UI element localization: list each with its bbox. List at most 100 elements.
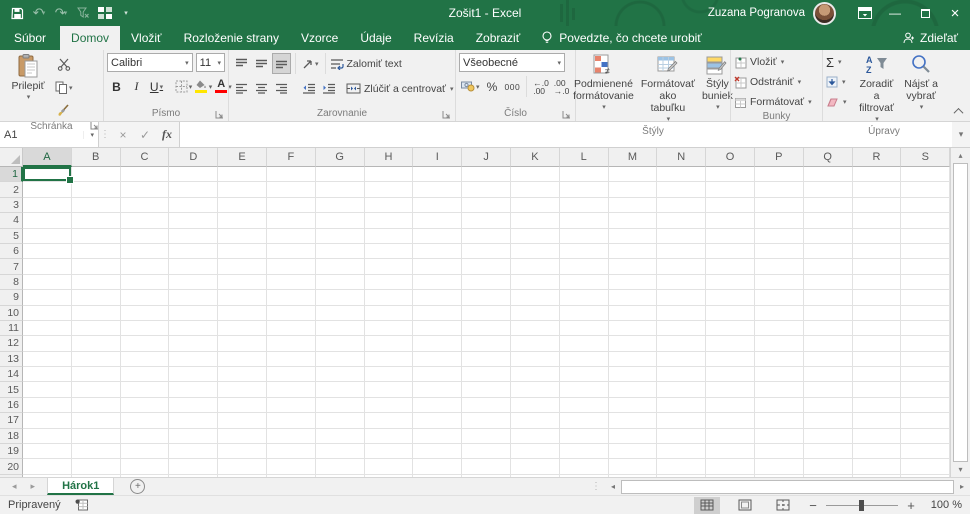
column-header-Q[interactable]: Q xyxy=(803,148,853,167)
cell-H19[interactable] xyxy=(364,444,414,460)
cell-M19[interactable] xyxy=(608,444,658,460)
cell-N20[interactable] xyxy=(657,459,707,475)
cell-O16[interactable] xyxy=(706,397,755,414)
cell-H6[interactable] xyxy=(364,243,414,260)
cell-K6[interactable] xyxy=(510,243,560,260)
cell-E21[interactable] xyxy=(218,474,267,477)
cell-P6[interactable] xyxy=(754,243,804,260)
expand-formula-bar-button[interactable]: ▾ xyxy=(952,122,970,147)
clear-filter-button[interactable] xyxy=(74,3,92,23)
align-bottom-button[interactable] xyxy=(272,53,291,74)
cell-M20[interactable] xyxy=(608,459,658,475)
cell-I17[interactable] xyxy=(413,413,463,429)
cell-Q20[interactable] xyxy=(803,459,853,475)
cell-H18[interactable] xyxy=(364,428,414,445)
copy-button[interactable]: ▾ xyxy=(53,77,75,98)
cell-A20[interactable] xyxy=(23,459,72,475)
cell-P1[interactable] xyxy=(754,167,804,183)
cell-K8[interactable] xyxy=(510,274,560,291)
cell-G13[interactable] xyxy=(315,351,365,368)
page-break-view-button[interactable] xyxy=(770,497,796,514)
column-header-K[interactable]: K xyxy=(510,148,560,167)
cell-S2[interactable] xyxy=(901,182,950,198)
cell-O10[interactable] xyxy=(706,305,755,321)
cell-B1[interactable] xyxy=(71,167,121,183)
cell-B15[interactable] xyxy=(71,382,121,398)
format-cells-caret[interactable]: ▾ xyxy=(808,98,812,106)
row-header-12[interactable]: 12 xyxy=(0,336,23,352)
cell-S18[interactable] xyxy=(901,428,950,445)
cell-R20[interactable] xyxy=(852,459,902,475)
column-header-P[interactable]: P xyxy=(754,148,804,167)
cell-D9[interactable] xyxy=(169,290,219,306)
cell-B13[interactable] xyxy=(71,351,121,368)
cell-B21[interactable] xyxy=(71,474,121,477)
increase-indent-button[interactable] xyxy=(319,78,338,99)
cell-F21[interactable] xyxy=(266,474,316,477)
cell-Q9[interactable] xyxy=(803,290,853,306)
row-header-16[interactable]: 16 xyxy=(0,397,23,414)
cell-J2[interactable] xyxy=(462,182,511,198)
cell-J21[interactable] xyxy=(462,474,511,477)
cell-Q10[interactable] xyxy=(803,305,853,321)
collapse-ribbon-button[interactable] xyxy=(953,107,964,118)
cell-N6[interactable] xyxy=(657,243,707,260)
cell-S4[interactable] xyxy=(901,213,950,229)
cell-F4[interactable] xyxy=(266,213,316,229)
row-header-13[interactable]: 13 xyxy=(0,351,23,368)
cell-A10[interactable] xyxy=(23,305,72,321)
cell-I5[interactable] xyxy=(413,228,463,244)
orientation-button[interactable]: ▾ xyxy=(300,53,321,74)
cell-M12[interactable] xyxy=(608,336,658,352)
cell-A18[interactable] xyxy=(23,428,72,445)
bold-button[interactable]: B xyxy=(107,76,126,97)
cell-H12[interactable] xyxy=(364,336,414,352)
cell-S13[interactable] xyxy=(901,351,950,368)
cell-B5[interactable] xyxy=(71,228,121,244)
column-header-H[interactable]: H xyxy=(364,148,414,167)
cell-F13[interactable] xyxy=(266,351,316,368)
cell-K1[interactable] xyxy=(510,167,560,183)
cell-S12[interactable] xyxy=(901,336,950,352)
cell-G8[interactable] xyxy=(315,274,365,291)
cell-S1[interactable] xyxy=(901,167,950,183)
cell-M9[interactable] xyxy=(608,290,658,306)
insert-cells-button[interactable]: Vložiť ▾ xyxy=(734,53,812,71)
cell-J19[interactable] xyxy=(462,444,511,460)
scroll-left-button[interactable]: ◂ xyxy=(605,482,621,491)
cell-O15[interactable] xyxy=(706,382,755,398)
cell-D20[interactable] xyxy=(169,459,219,475)
cell-G14[interactable] xyxy=(315,367,365,383)
cell-D12[interactable] xyxy=(169,336,219,352)
cell-L21[interactable] xyxy=(559,474,609,477)
number-format-combo[interactable]: Všeobecné ▾ xyxy=(459,53,565,72)
cell-C9[interactable] xyxy=(120,290,170,306)
cell-O6[interactable] xyxy=(706,243,755,260)
zoom-out-button[interactable]: − xyxy=(808,498,818,513)
cell-E11[interactable] xyxy=(218,320,267,337)
cell-N12[interactable] xyxy=(657,336,707,352)
cell-M7[interactable] xyxy=(608,259,658,275)
minimize-button[interactable]: — xyxy=(880,0,910,26)
cell-B2[interactable] xyxy=(71,182,121,198)
cell-N9[interactable] xyxy=(657,290,707,306)
cell-Q3[interactable] xyxy=(803,197,853,214)
share-button[interactable]: Zdieľať xyxy=(891,26,970,50)
cell-C18[interactable] xyxy=(120,428,170,445)
cell-B17[interactable] xyxy=(71,413,121,429)
cell-H10[interactable] xyxy=(364,305,414,321)
cell-R12[interactable] xyxy=(852,336,902,352)
align-middle-button[interactable] xyxy=(252,53,271,74)
cell-A8[interactable] xyxy=(23,274,72,291)
zoom-in-button[interactable]: + xyxy=(906,498,916,513)
cell-P7[interactable] xyxy=(754,259,804,275)
cell-F15[interactable] xyxy=(266,382,316,398)
cell-R11[interactable] xyxy=(852,320,902,337)
column-header-C[interactable]: C xyxy=(120,148,170,167)
cell-J10[interactable] xyxy=(462,305,511,321)
cell-S17[interactable] xyxy=(901,413,950,429)
cell-N19[interactable] xyxy=(657,444,707,460)
format-cells-button[interactable]: Formátovať ▾ xyxy=(734,93,812,111)
underline-caret[interactable]: ▾ xyxy=(160,83,164,91)
cell-A5[interactable] xyxy=(23,228,72,244)
